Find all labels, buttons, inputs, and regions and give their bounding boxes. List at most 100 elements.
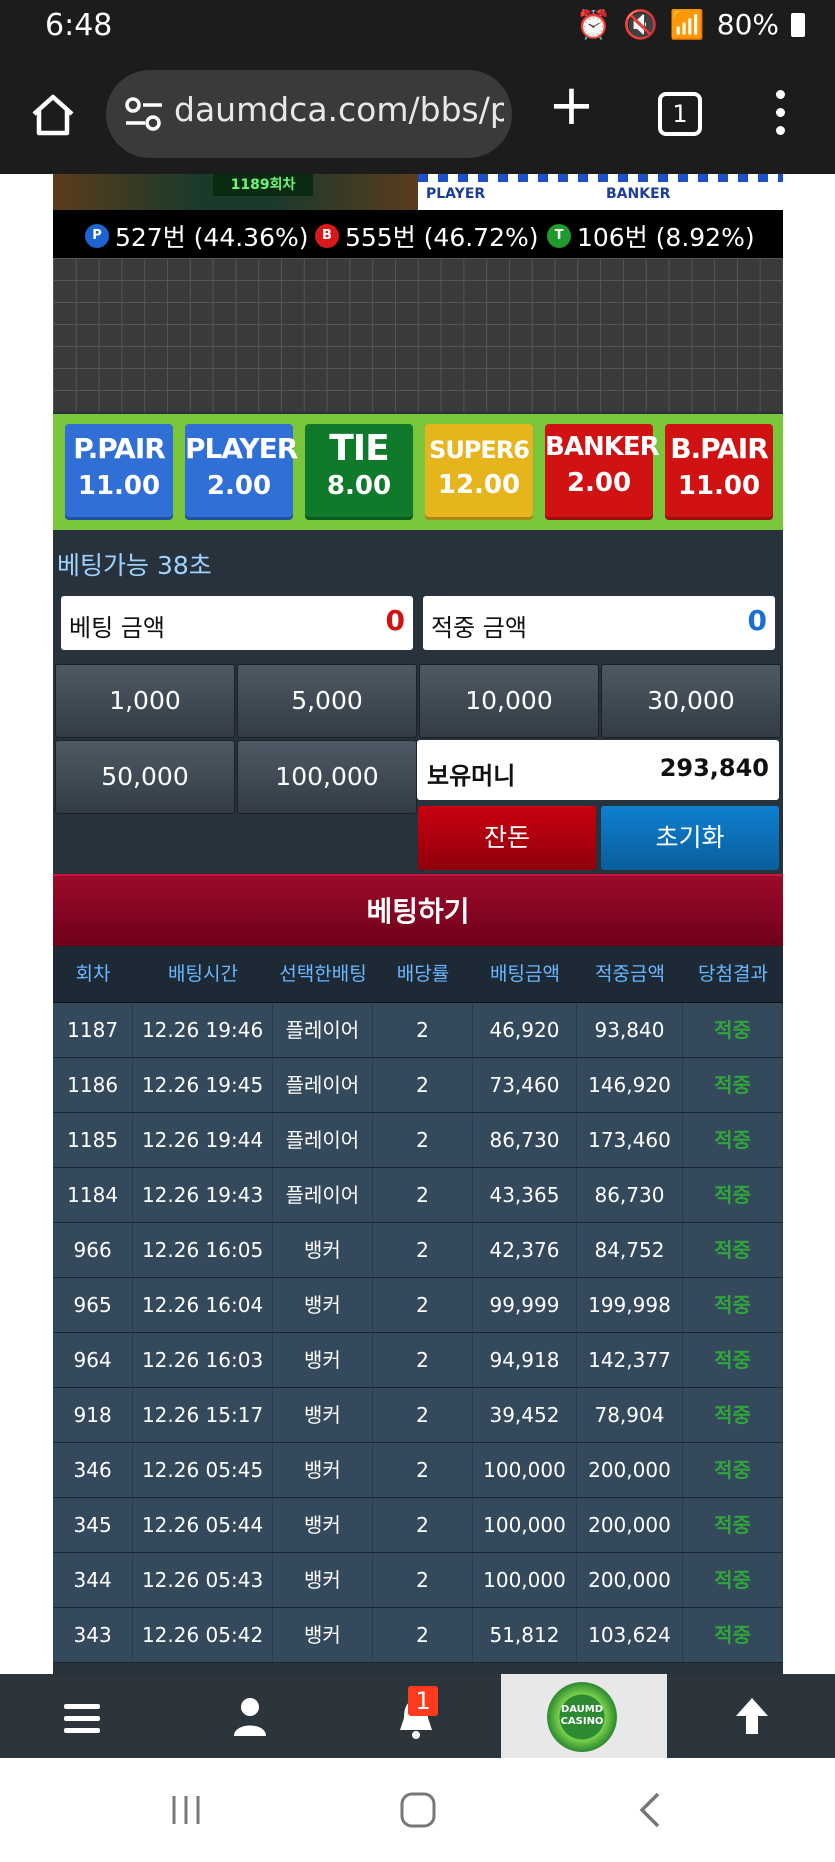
table-cell: 뱅커 bbox=[273, 1223, 373, 1277]
scroll-top-icon[interactable] bbox=[732, 1694, 772, 1738]
tab-switcher-button[interactable]: 1 bbox=[658, 92, 702, 136]
table-cell: 100,000 bbox=[473, 1498, 577, 1552]
table-cell: 1186 bbox=[53, 1058, 134, 1112]
table-cell: 12.26 19:43 bbox=[133, 1168, 273, 1222]
table-cell: 적중 bbox=[683, 1443, 783, 1497]
bet-b-pair-button[interactable]: B.PAIR 11.00 bbox=[665, 424, 773, 520]
table-cell: 86,730 bbox=[577, 1168, 683, 1222]
home-icon[interactable] bbox=[28, 90, 78, 140]
table-cell: 2 bbox=[373, 1608, 473, 1662]
table-cell: 93,840 bbox=[577, 1003, 683, 1057]
user-icon[interactable] bbox=[232, 1696, 268, 1738]
place-bet-button[interactable]: 베팅하기 bbox=[53, 874, 783, 948]
home-nav-icon[interactable] bbox=[398, 1790, 438, 1830]
table-cell: 2 bbox=[373, 1388, 473, 1442]
casino-logo-button[interactable]: DAUMD CASINO bbox=[501, 1674, 667, 1758]
more-menu-icon[interactable] bbox=[776, 90, 786, 144]
table-body: 1187 12.26 19:46 플레이어 2 46,920 93,840 적중 1186 12… bbox=[53, 1003, 783, 1663]
table-cell: 918 bbox=[53, 1388, 134, 1442]
menu-icon[interactable] bbox=[64, 1704, 100, 1740]
mute-icon: 🔇 bbox=[623, 8, 658, 41]
table-row: 345 12.26 05:44 뱅커 2 100,000 200,000 적중 bbox=[53, 1498, 783, 1553]
col-bet-amount: 배팅금액 bbox=[490, 963, 560, 985]
bet-name: B.PAIR bbox=[670, 432, 769, 465]
chip-50000-button[interactable]: 50,000 bbox=[55, 740, 235, 814]
table-cell: 플레이어 bbox=[273, 1003, 373, 1057]
stat-banker: B 555번 (46.72%) bbox=[315, 218, 539, 254]
table-cell: 142,377 bbox=[577, 1333, 683, 1387]
browser-toolbar: daumdca.com/bbs/p + 1 bbox=[0, 58, 835, 174]
stat-banker-text: 555번 (46.72%) bbox=[345, 223, 539, 252]
col-time: 배팅시간 bbox=[168, 963, 238, 985]
bet-amount-value: 0 bbox=[385, 604, 405, 637]
table-cell: 뱅커 bbox=[273, 1553, 373, 1607]
table-row: 346 12.26 05:45 뱅커 2 100,000 200,000 적중 bbox=[53, 1443, 783, 1498]
balance-label: 보유머니 bbox=[427, 762, 516, 790]
col-result: 당첨결과 bbox=[698, 963, 768, 985]
game-header: 1189회차 PLAYER BANKER bbox=[53, 174, 783, 210]
bet-name: P.PAIR bbox=[73, 432, 166, 465]
bet-name: PLAYER bbox=[185, 432, 298, 465]
table-row: 1185 12.26 19:44 플레이어 2 86,730 173,460 적중 bbox=[53, 1113, 783, 1168]
bet-p-pair-button[interactable]: P.PAIR 11.00 bbox=[65, 424, 173, 520]
back-nav-icon[interactable] bbox=[636, 1790, 664, 1830]
table-row: 964 12.26 16:03 뱅커 2 94,918 142,377 적중 bbox=[53, 1333, 783, 1388]
table-cell: 12.26 15:17 bbox=[133, 1388, 273, 1442]
table-cell: 346 bbox=[53, 1443, 134, 1497]
table-cell: 적중 bbox=[683, 1333, 783, 1387]
chip-100000-button[interactable]: 100,000 bbox=[237, 740, 417, 814]
result-stats: P 527번 (44.36%) B 555번 (46.72%) T 106번 (… bbox=[53, 210, 783, 258]
alarm-icon: ⏰ bbox=[576, 8, 612, 41]
stat-player: P 527번 (44.36%) bbox=[85, 218, 309, 254]
table-cell: 199,998 bbox=[577, 1278, 683, 1332]
mini-road-dots bbox=[418, 174, 783, 182]
table-cell: 2 bbox=[373, 1223, 473, 1277]
table-cell: 200,000 bbox=[577, 1443, 683, 1497]
table-cell: 173,460 bbox=[577, 1113, 683, 1167]
table-cell: 플레이어 bbox=[273, 1113, 373, 1167]
table-cell: 적중 bbox=[683, 1223, 783, 1277]
table-row: 965 12.26 16:04 뱅커 2 99,999 199,998 적중 bbox=[53, 1278, 783, 1333]
table-cell: 2 bbox=[373, 1443, 473, 1497]
balance-value: 293,840 bbox=[659, 754, 769, 782]
table-cell: 39,452 bbox=[473, 1388, 577, 1442]
table-cell: 12.26 16:04 bbox=[133, 1278, 273, 1332]
stat-tie-text: 106번 (8.92%) bbox=[577, 223, 755, 252]
address-bar[interactable]: daumdca.com/bbs/p bbox=[106, 70, 512, 158]
chip-1000-button[interactable]: 1,000 bbox=[55, 664, 235, 738]
new-tab-icon[interactable]: + bbox=[548, 78, 595, 134]
battery-text: 80% bbox=[716, 8, 779, 41]
bet-amount-label: 베팅 금액 bbox=[69, 614, 165, 642]
table-cell: 12.26 05:42 bbox=[133, 1608, 273, 1662]
bet-banker-button[interactable]: BANKER 2.00 bbox=[545, 424, 660, 520]
chip-5000-button[interactable]: 5,000 bbox=[237, 664, 417, 738]
table-cell: 12.26 05:43 bbox=[133, 1553, 273, 1607]
round-label: 1189회차 bbox=[213, 174, 313, 196]
table-cell: 적중 bbox=[683, 1113, 783, 1167]
recent-apps-icon[interactable] bbox=[168, 1792, 204, 1828]
table-cell: 200,000 bbox=[577, 1553, 683, 1607]
col-hit-amount: 적중금액 bbox=[595, 963, 665, 985]
site-settings-icon[interactable] bbox=[124, 96, 164, 132]
table-cell: 965 bbox=[53, 1278, 134, 1332]
status-time: 6:48 bbox=[45, 8, 113, 43]
bet-odds: 2.00 bbox=[566, 468, 632, 498]
table-cell: 100,000 bbox=[473, 1443, 577, 1497]
change-button[interactable]: 잔돈 bbox=[418, 806, 596, 870]
chip-10000-button[interactable]: 10,000 bbox=[419, 664, 599, 738]
table-cell: 343 bbox=[53, 1608, 134, 1662]
table-cell: 12.26 05:44 bbox=[133, 1498, 273, 1552]
reset-button[interactable]: 초기화 bbox=[601, 806, 779, 870]
stat-player-text: 527번 (44.36%) bbox=[115, 223, 309, 252]
table-cell: 1185 bbox=[53, 1113, 134, 1167]
table-cell: 2 bbox=[373, 1333, 473, 1387]
table-cell: 78,904 bbox=[577, 1388, 683, 1442]
bet-player-button[interactable]: PLAYER 2.00 bbox=[185, 424, 298, 520]
chip-30000-button[interactable]: 30,000 bbox=[601, 664, 781, 738]
bet-tie-button[interactable]: TIE 8.00 bbox=[305, 424, 413, 520]
col-choice: 선택한배팅 bbox=[279, 963, 367, 985]
tie-badge-icon: T bbox=[547, 224, 571, 248]
table-cell: 86,730 bbox=[473, 1113, 577, 1167]
bet-odds: 8.00 bbox=[326, 471, 392, 501]
bet-super6-button[interactable]: SUPER6 12.00 bbox=[425, 424, 533, 520]
